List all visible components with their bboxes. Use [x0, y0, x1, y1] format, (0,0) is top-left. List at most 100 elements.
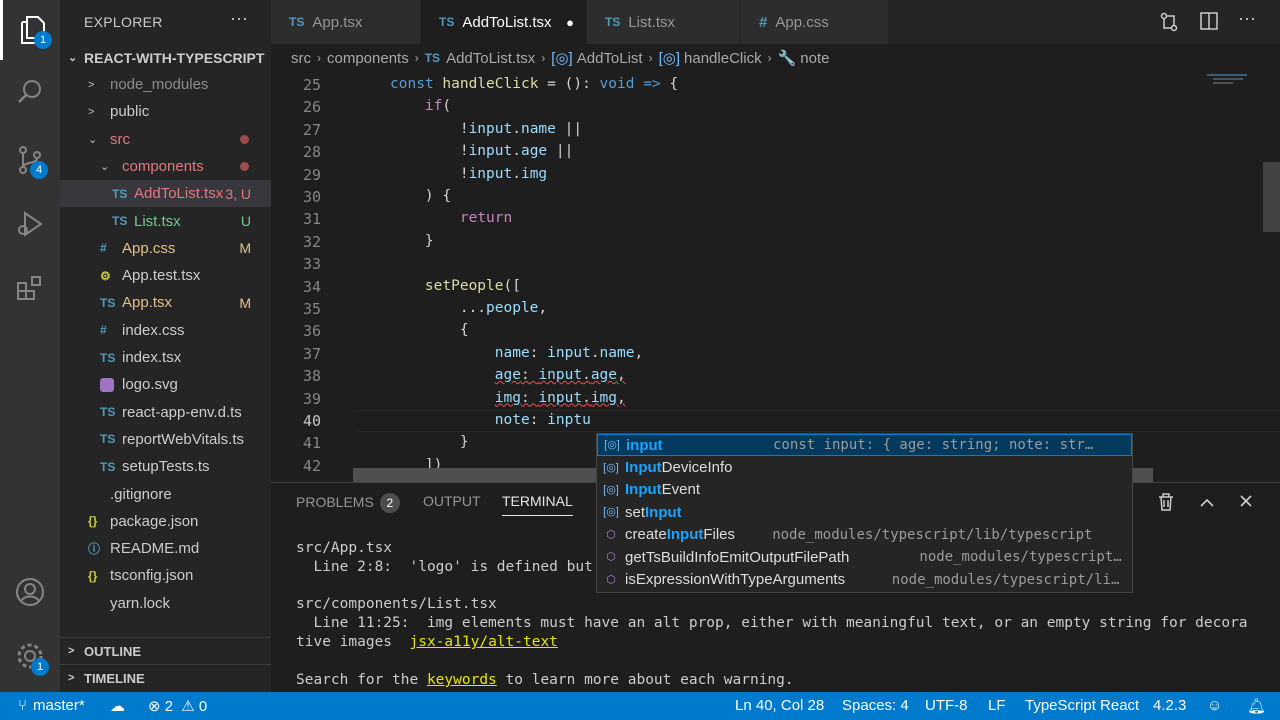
project-folder[interactable]: ⌄ REACT-WITH-TYPESCRIPT	[60, 44, 271, 71]
breadcrumb-component[interactable]: AddToList	[577, 50, 643, 67]
folder-components[interactable]: ⌄ components	[60, 153, 271, 180]
encoding[interactable]: UTF-8	[925, 697, 968, 714]
file-app-css[interactable]: # App.css M	[60, 235, 271, 262]
more-actions-icon[interactable]: ···	[1238, 8, 1256, 29]
suggestion-item[interactable]: [◎] setInput	[597, 501, 1132, 523]
rule-link[interactable]: jsx-a11y/alt-text	[410, 634, 558, 650]
suggestion-item[interactable]: ⬡ isExpressionWithTypeArguments node_modul…	[597, 568, 1132, 590]
code-line[interactable]: {	[390, 322, 469, 338]
folder-src[interactable]: ⌄ src	[60, 126, 271, 153]
suggestion-item[interactable]: ⬡ createInputFiles node_modules/typescript…	[597, 524, 1132, 546]
code-line[interactable]: ...people,	[390, 300, 547, 316]
code-line[interactable]: img: input.img,	[390, 390, 626, 406]
branch-status[interactable]: ⑂ master*	[18, 697, 85, 714]
code-line[interactable]: const handleClick = (): void => {	[390, 76, 678, 92]
suggestion-item[interactable]: [◎] InputEvent	[597, 479, 1132, 501]
file-readme[interactable]: ⓘ README.md	[60, 535, 271, 562]
file-index-tsx[interactable]: TS index.tsx	[60, 344, 271, 371]
file-addtolist-tsx[interactable]: TS AddToList.tsx 3, U	[60, 180, 271, 208]
compare-changes-icon[interactable]	[1159, 12, 1179, 37]
file-yarn-lock[interactable]: yarn.lock	[60, 590, 271, 617]
tab-output[interactable]: OUTPUT	[423, 493, 481, 509]
code-line[interactable]: if(	[390, 98, 451, 114]
tab-problems[interactable]: PROBLEMS 2	[296, 493, 400, 513]
file-logo-svg[interactable]: logo.svg	[60, 371, 271, 398]
code-line[interactable]: return	[390, 210, 512, 226]
file-list-tsx[interactable]: TS List.tsx U	[60, 208, 271, 235]
breadcrumb-components[interactable]: components	[327, 50, 409, 67]
file-app-test-tsx[interactable]: ⚙ App.test.tsx	[60, 262, 271, 289]
tab-app-tsx[interactable]: TS App.tsx	[271, 0, 421, 44]
notifications-bell-icon[interactable]: 🔔︎	[1247, 697, 1266, 715]
file-setuptests[interactable]: TS setupTests.ts	[60, 453, 271, 480]
file-type-icon: TS	[100, 350, 116, 365]
breadcrumb-function[interactable]: handleClick	[684, 50, 762, 67]
typescript-version[interactable]: 4.2.3	[1153, 697, 1186, 714]
split-editor-icon[interactable]	[1200, 12, 1218, 35]
language-mode[interactable]: TypeScript React	[1025, 697, 1139, 714]
feedback-icon[interactable]: ☺	[1207, 697, 1222, 714]
run-debug-icon[interactable]	[0, 194, 60, 254]
chevron-right-icon: ›	[767, 51, 772, 65]
tab-app-css[interactable]: # App.css	[741, 0, 889, 44]
file-package-json[interactable]: {} package.json	[60, 508, 271, 535]
keywords-link[interactable]: keywords	[427, 672, 497, 688]
autocomplete-suggestions: [◎] input const input: { age: string; note…	[596, 433, 1133, 593]
settings-badge: 1	[31, 658, 49, 676]
search-icon[interactable]	[0, 62, 60, 122]
code-line[interactable]: age: input.age,	[390, 367, 626, 383]
maximize-panel-icon[interactable]	[1199, 495, 1215, 513]
close-panel-icon[interactable]	[1239, 494, 1253, 513]
suggestion-item[interactable]: [◎] InputDeviceInfo	[597, 456, 1132, 478]
file-app-tsx[interactable]: TS App.tsx M	[60, 289, 271, 316]
file-reportwebvitals[interactable]: TS reportWebVitals.ts	[60, 426, 271, 453]
unsaved-dot-icon[interactable]: ●	[566, 15, 574, 30]
activity-bar: 1 4 1	[0, 0, 60, 692]
code-line[interactable]: !input.age ||	[390, 143, 574, 159]
timeline-section[interactable]: > TIMELINE	[60, 664, 271, 691]
folder-public[interactable]: > public	[60, 98, 271, 125]
more-actions-icon[interactable]: ···	[230, 8, 248, 29]
file-tsconfig[interactable]: {} tsconfig.json	[60, 562, 271, 589]
tab-list-tsx[interactable]: TS List.tsx	[587, 0, 741, 44]
minimap[interactable]	[1205, 72, 1275, 162]
code-line[interactable]: }	[390, 434, 469, 450]
end-of-line[interactable]: LF	[988, 697, 1006, 714]
indentation[interactable]: Spaces: 4	[842, 697, 909, 714]
code-line[interactable]: name: input.name,	[390, 345, 643, 361]
extensions-icon[interactable]	[0, 258, 60, 318]
breadcrumb-file[interactable]: AddToList.tsx	[446, 50, 535, 67]
breadcrumb-property[interactable]: note	[800, 50, 829, 67]
code-editor[interactable]: 25 26 27 28 29 30 31 32 33 34 35 36 37 38 39 40 41 42 con…	[271, 72, 1280, 482]
code-line[interactable]: !input.img	[390, 166, 547, 182]
code-line[interactable]: ) {	[390, 188, 451, 204]
problems-status[interactable]: ⊗ 2 ⚠ 0	[148, 697, 207, 715]
file-type-icon: {}	[88, 568, 98, 583]
code-line[interactable]: }	[390, 233, 434, 249]
file-label: logo.svg	[122, 376, 178, 394]
code-line[interactable]: setPeople([	[390, 278, 521, 294]
tab-addtolist-tsx[interactable]: TS AddToList.tsx ●	[421, 0, 587, 44]
source-control-icon[interactable]: 4	[0, 130, 60, 190]
suggestion-item[interactable]: [◎] input const input: { age: string; note…	[597, 434, 1132, 457]
file-index-css[interactable]: # index.css	[60, 317, 271, 344]
explorer-icon[interactable]: 1	[0, 0, 60, 60]
file-react-app-env[interactable]: TS react-app-env.d.ts	[60, 399, 271, 426]
cursor-position[interactable]: Ln 40, Col 28	[735, 697, 824, 714]
breadcrumb-src[interactable]: src	[291, 50, 311, 67]
suggestion-item[interactable]: ⬡ getTsBuildInfoEmitOutputFilePath node_mo…	[597, 546, 1132, 568]
file-type-icon: ⓘ	[88, 542, 101, 557]
suggestion-label: setInput	[625, 503, 682, 521]
tab-terminal[interactable]: TERMINAL	[502, 493, 573, 516]
terminal-line: Line 2:8: 'logo' is defined but	[296, 559, 593, 575]
file-label: package.json	[110, 512, 199, 530]
sync-icon[interactable]: ☁	[110, 697, 125, 715]
file-gitignore[interactable]: .gitignore	[60, 481, 271, 508]
folder-node-modules[interactable]: > node_modules	[60, 71, 271, 98]
scrollbar-thumb[interactable]	[1263, 162, 1280, 232]
settings-gear-icon[interactable]: 1	[0, 626, 60, 686]
outline-section[interactable]: > OUTLINE	[60, 637, 271, 664]
code-line[interactable]: !input.name ||	[390, 121, 582, 137]
trash-icon[interactable]	[1158, 493, 1174, 516]
account-icon[interactable]	[0, 562, 60, 622]
